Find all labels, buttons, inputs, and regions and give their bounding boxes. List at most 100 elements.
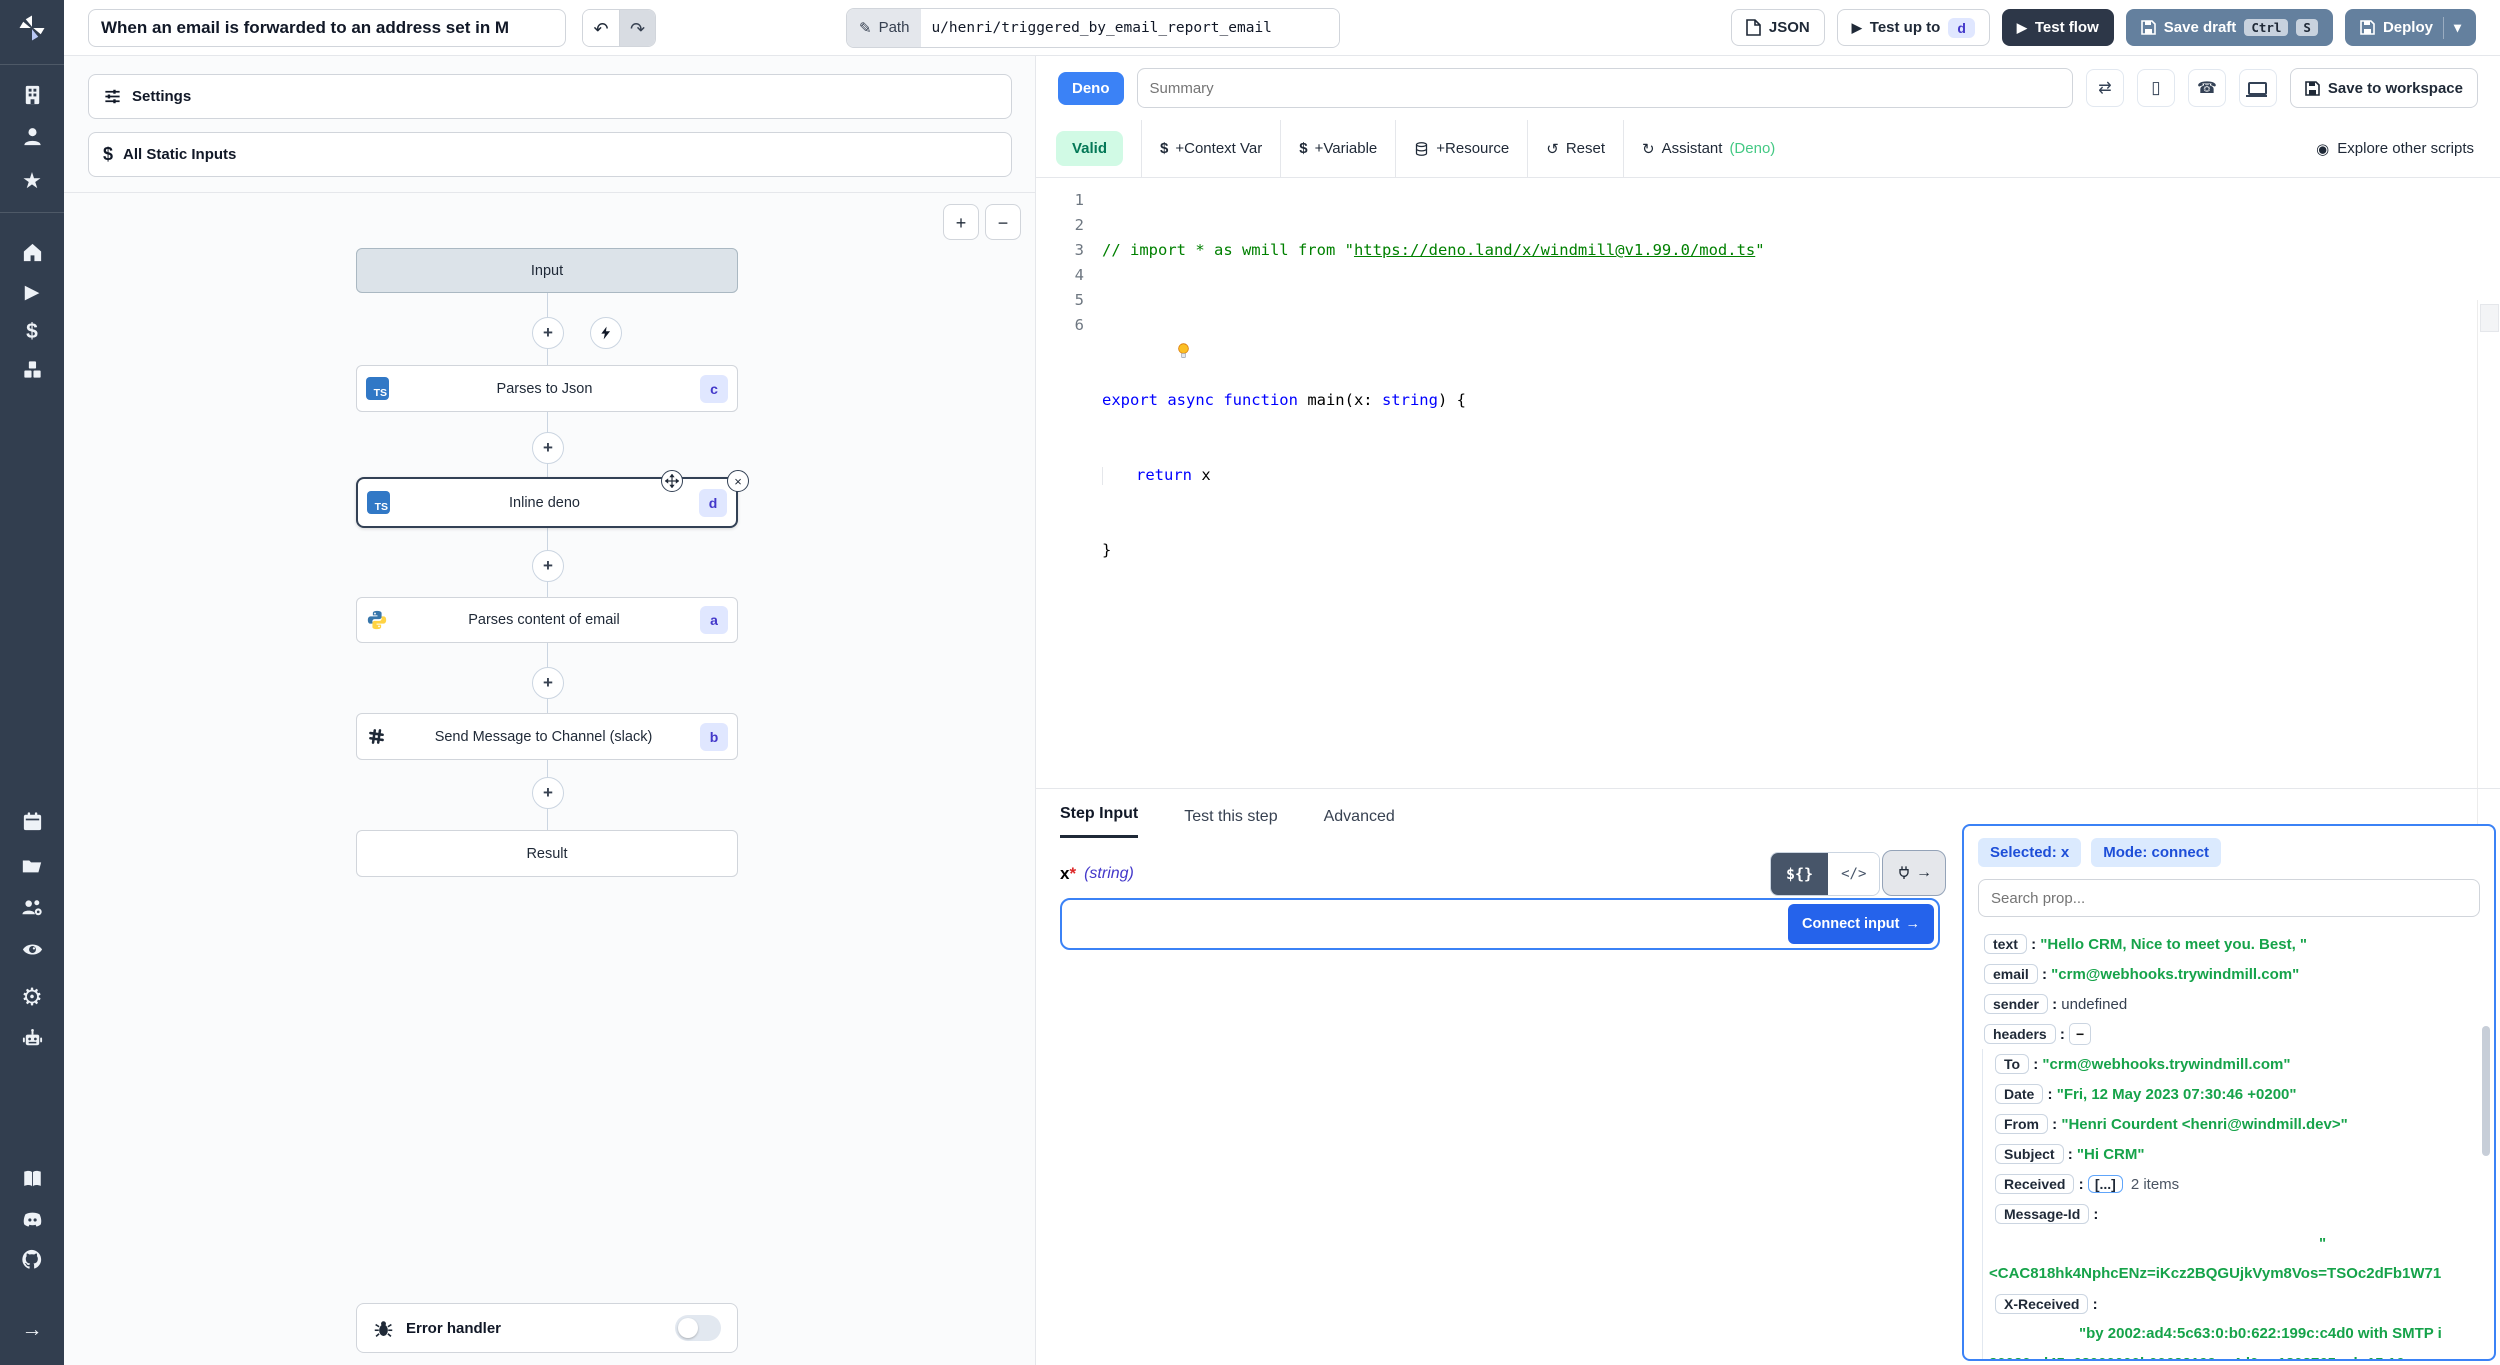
sidebar-item-runs[interactable]: ▶ — [0, 281, 64, 304]
code-editor[interactable]: 12 34 56 // import * as wmill from "http… — [1036, 178, 2500, 910]
flow-settings-button[interactable]: Settings — [88, 74, 1012, 119]
sidebar-expand-button[interactable]: → — [0, 1318, 64, 1342]
prop-value[interactable]: "Hello CRM, Nice to meet you. Best, " — [2040, 936, 2307, 953]
chevron-down-icon[interactable]: ▾ — [2454, 19, 2461, 36]
prop-key[interactable]: To — [1995, 1054, 2030, 1074]
connect-input-button[interactable]: Connect input → — [1788, 904, 1934, 944]
favorites-star-icon[interactable]: ★ — [0, 168, 64, 194]
flow-node-input[interactable]: Input — [356, 248, 738, 293]
flow-node-result[interactable]: Result — [356, 830, 738, 877]
summary-input[interactable] — [1136, 68, 2073, 108]
explore-other-scripts-button[interactable]: ◉ Explore other scripts — [2310, 139, 2480, 159]
sidebar-item-variables[interactable]: $ — [0, 320, 64, 344]
prop-row-received[interactable]: Received [...] 2 items — [1989, 1169, 2480, 1199]
insert-step-button[interactable]: + — [532, 777, 564, 809]
sidebar-item-discord[interactable] — [0, 1209, 64, 1230]
collapsed-array-button[interactable]: [...] — [2087, 1175, 2123, 1193]
sidebar-item-workers[interactable] — [0, 1027, 64, 1050]
tab-step-input[interactable]: Step Input — [1060, 805, 1139, 838]
move-step-handle[interactable] — [661, 470, 683, 492]
connect-input-toggle-button[interactable]: → — [1882, 850, 1946, 896]
search-prop-input[interactable] — [1978, 879, 2480, 917]
prop-row-date[interactable]: Date "Fri, 12 May 2023 07:30:46 +0200" — [1989, 1079, 2480, 1109]
zoom-in-button[interactable]: + — [943, 204, 979, 240]
error-handler-toggle[interactable] — [675, 1315, 721, 1341]
zoom-out-button[interactable]: − — [985, 204, 1021, 240]
flow-title-input[interactable] — [88, 8, 566, 47]
template-mode-button[interactable]: ${} — [1771, 853, 1829, 895]
prop-row-message-id[interactable]: Message-Id — [1989, 1199, 2480, 1229]
prop-row-subject[interactable]: Subject "Hi CRM" — [1989, 1139, 2480, 1169]
add-context-var-button[interactable]: $ +Context Var — [1142, 120, 1280, 177]
prop-key[interactable]: sender — [1984, 994, 2048, 1014]
test-flow-button[interactable]: ▶ Test flow — [2001, 9, 2114, 46]
call-script-button[interactable]: ☎ — [2187, 69, 2226, 107]
save-to-workspace-button[interactable]: Save to workspace — [2289, 68, 2478, 108]
sidebar-item-github[interactable] — [0, 1248, 64, 1271]
prop-value[interactable]: "Hi CRM" — [2077, 1146, 2145, 1163]
json-button[interactable]: JSON — [1730, 9, 1825, 46]
prop-key[interactable]: Received — [1995, 1174, 2075, 1194]
sidebar-item-folders[interactable] — [0, 855, 64, 877]
prop-row-text[interactable]: text "Hello CRM, Nice to meet you. Best,… — [1978, 929, 2480, 959]
prop-key[interactable]: Date — [1995, 1084, 2044, 1104]
assistant-button[interactable]: ↻ Assistant (Deno) — [1624, 120, 1793, 177]
prop-key[interactable]: Subject — [1995, 1144, 2064, 1164]
path-input[interactable] — [921, 8, 1340, 47]
message-id-value[interactable]: <CAC818hk4NphcENz=iKcz2BQGUjkVym8Vos=TSO… — [1989, 1259, 2480, 1289]
prop-row-headers[interactable]: headers − — [1978, 1019, 2480, 1049]
prop-key[interactable]: email — [1984, 964, 2038, 984]
sidebar-item-audit[interactable] — [0, 938, 64, 961]
tab-advanced[interactable]: Advanced — [1324, 808, 1395, 838]
deploy-button[interactable]: Deploy ▾ — [2344, 9, 2476, 46]
prop-row-from[interactable]: From "Henri Courdent <henri@windmill.dev… — [1989, 1109, 2480, 1139]
prop-row-x-received[interactable]: X-Received — [1989, 1289, 2480, 1319]
trigger-button[interactable] — [590, 317, 622, 349]
flow-node-parses-to-json[interactable]: TS Parses to Json c — [356, 365, 738, 412]
delete-step-button[interactable]: × — [727, 470, 749, 492]
add-variable-button[interactable]: $ +Variable — [1281, 120, 1395, 177]
sidebar-item-groups[interactable] — [0, 896, 64, 919]
sidebar-item-user[interactable] — [0, 125, 64, 148]
prop-value[interactable]: "crm@webhooks.trywindmill.com" — [2051, 966, 2299, 983]
all-static-inputs-button[interactable]: $ All Static Inputs — [88, 132, 1012, 177]
mobile-view-button[interactable]: ▯ — [2136, 69, 2175, 107]
undo-button[interactable]: ↶ — [583, 9, 619, 46]
prop-key[interactable]: From — [1995, 1114, 2048, 1134]
reset-button[interactable]: ↺ Reset — [1528, 120, 1623, 177]
prop-value[interactable]: "Fri, 12 May 2023 07:30:46 +0200" — [2057, 1086, 2297, 1103]
prop-row-email[interactable]: email "crm@webhooks.trywindmill.com" — [1978, 959, 2480, 989]
prop-key[interactable]: text — [1984, 934, 2027, 954]
prop-key[interactable]: Message-Id — [1995, 1204, 2090, 1224]
prop-value[interactable]: "Henri Courdent <henri@windmill.dev>" — [2061, 1116, 2347, 1133]
prop-value[interactable]: undefined — [2061, 996, 2127, 1013]
scrollbar-thumb[interactable] — [2482, 1026, 2490, 1156]
prop-value[interactable]: "crm@webhooks.trywindmill.com" — [2042, 1056, 2290, 1073]
prop-key[interactable]: headers — [1984, 1024, 2056, 1044]
sidebar-item-home[interactable] — [0, 241, 64, 264]
x-received-value-line2[interactable]: 20020ad45c63000000b00622199cc4d0mr130376… — [1989, 1349, 2480, 1359]
path-edit-button[interactable]: ✎ Path — [847, 8, 922, 47]
insert-step-button[interactable]: + — [532, 550, 564, 582]
swap-view-button[interactable]: ⇄ — [2085, 69, 2124, 107]
error-handler-row[interactable]: Error handler — [356, 1303, 738, 1353]
sidebar-item-docs[interactable] — [0, 1168, 64, 1190]
add-resource-button[interactable]: +Resource — [1396, 120, 1527, 177]
code-mode-button[interactable]: </> — [1828, 853, 1880, 895]
scrollbar-thumb[interactable] — [2480, 304, 2499, 332]
flow-node-parses-content[interactable]: Parses content of email a — [356, 597, 738, 643]
save-draft-button[interactable]: Save draft Ctrl S — [2125, 9, 2333, 46]
sidebar-item-resources[interactable] — [0, 358, 64, 381]
step-input-value-field[interactable] — [1066, 904, 1789, 944]
sidebar-item-settings[interactable]: ⚙ — [0, 983, 64, 1012]
redo-button[interactable]: ↷ — [619, 9, 655, 46]
prop-key[interactable]: X-Received — [1995, 1294, 2089, 1314]
insert-step-button[interactable]: + — [532, 317, 564, 349]
lightbulb-icon[interactable] — [1177, 342, 1190, 360]
windmill-logo[interactable] — [0, 12, 64, 44]
collapse-button[interactable]: − — [2069, 1023, 2092, 1045]
sidebar-item-schedules[interactable] — [0, 810, 64, 833]
prop-row-sender[interactable]: sender undefined — [1978, 989, 2480, 1019]
insert-step-button[interactable]: + — [532, 432, 564, 464]
insert-step-button[interactable]: + — [532, 667, 564, 699]
